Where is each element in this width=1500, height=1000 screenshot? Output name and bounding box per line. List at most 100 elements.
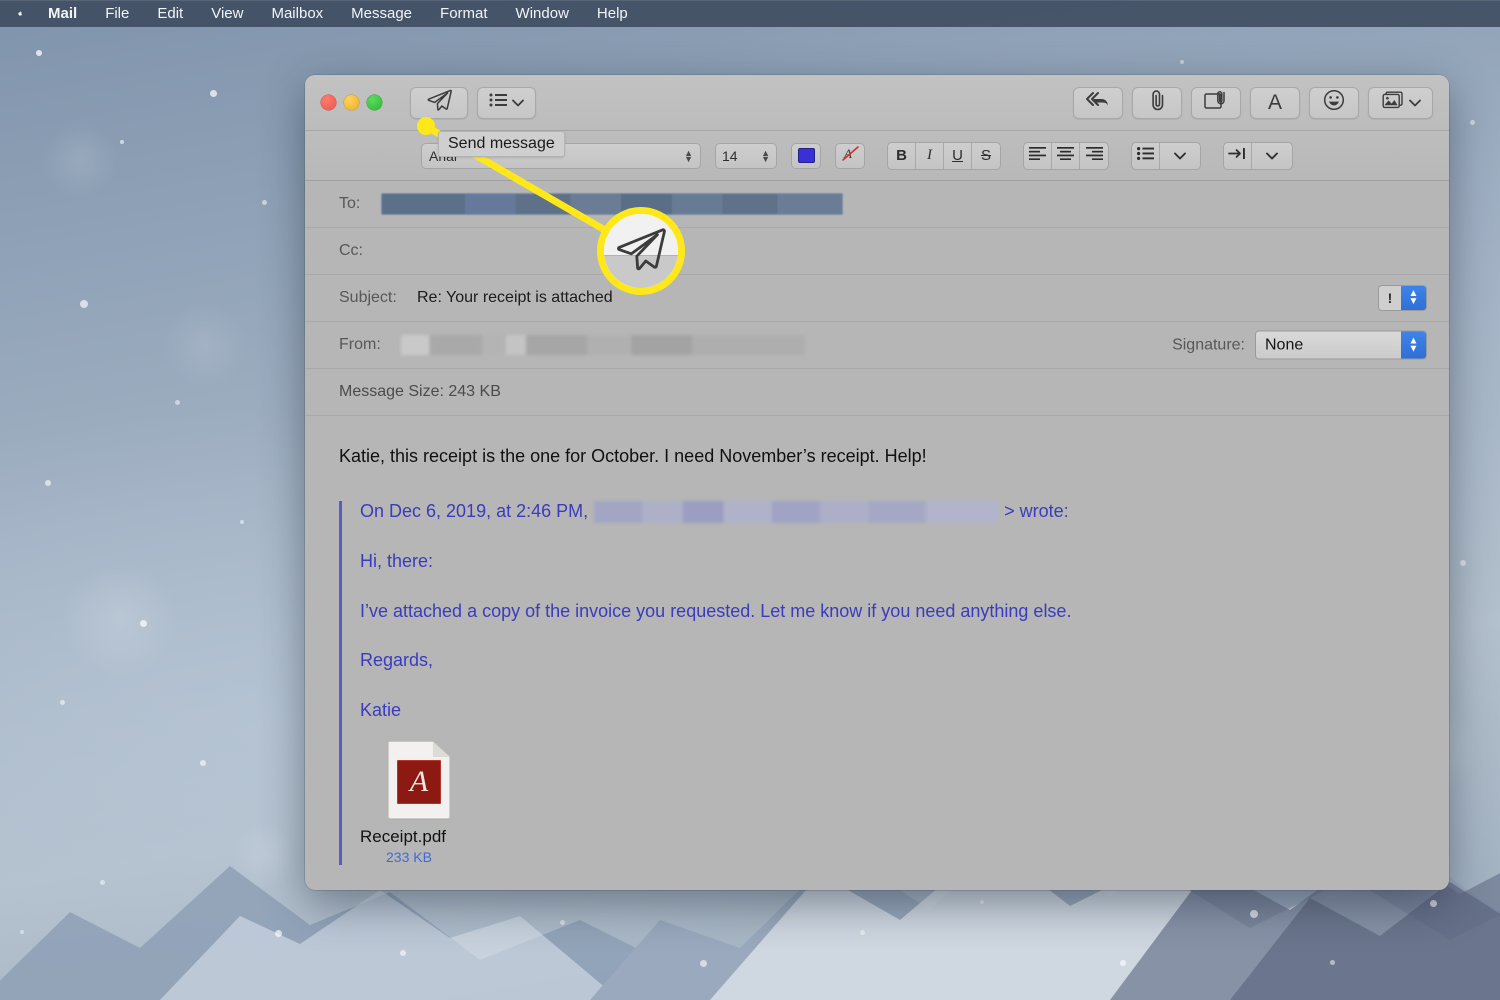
format-panel-button[interactable]: A <box>1250 86 1300 119</box>
to-input[interactable] <box>381 193 843 215</box>
send-button-magnifier <box>597 207 685 295</box>
paper-plane-icon <box>426 89 452 116</box>
pdf-file-icon: A <box>388 741 450 820</box>
attachment-filename: Receipt.pdf <box>360 827 446 847</box>
menu-item-view[interactable]: View <box>197 0 257 27</box>
from-label: From: <box>339 336 381 353</box>
menu-item-file[interactable]: File <box>91 0 143 27</box>
priority-stepper[interactable]: ! ▲ ▼ <box>1378 285 1427 311</box>
compose-headers: To: Cc: Subject: Re: Your receipt is att… <box>305 181 1449 416</box>
document-attachment-icon <box>1204 90 1228 115</box>
italic-button[interactable]: I <box>916 142 944 169</box>
list-icon <box>489 93 507 112</box>
menu-item-edit[interactable]: Edit <box>143 0 197 27</box>
quote-line-greeting: Hi, there: <box>360 551 434 571</box>
to-row: To: <box>305 181 1449 228</box>
minimize-button[interactable] <box>344 95 359 110</box>
menu-item-message[interactable]: Message <box>337 0 426 27</box>
alignment-group <box>1023 141 1109 170</box>
list-style-dropdown[interactable] <box>1160 143 1200 169</box>
font-family-stepper[interactable]: ▲ ▼ <box>684 148 693 163</box>
indent-icon <box>1228 147 1247 164</box>
menu-bar: Mail File Edit View Mailbox Message Form… <box>0 0 1500 27</box>
text-color-button[interactable] <box>791 142 821 169</box>
paperclip-icon <box>1149 89 1166 116</box>
subject-label: Subject: <box>339 289 397 306</box>
tooltip-text: Send message <box>448 135 555 152</box>
attach-file-button[interactable] <box>1132 86 1182 119</box>
message-size-label: Message Size: 243 KB <box>339 383 501 400</box>
font-size-stepper[interactable]: ▲ ▼ <box>761 148 770 163</box>
menu-item-window[interactable]: Window <box>502 0 583 27</box>
message-body[interactable]: Katie, this receipt is the one for Octob… <box>305 416 1449 866</box>
signature-select[interactable]: None ▲ ▼ <box>1255 330 1427 360</box>
signature-label: Signature: <box>1172 336 1245 353</box>
quote-line-signoff: Regards, <box>360 650 434 671</box>
bulleted-list-icon <box>1137 147 1154 164</box>
clear-formatting-button[interactable]: A <box>835 142 865 169</box>
attach-document-button[interactable] <box>1191 86 1241 119</box>
list-style-group <box>1131 141 1201 170</box>
from-row: From: Signature: None ▲ ▼ <box>305 322 1449 369</box>
chevron-down-icon <box>1266 147 1278 164</box>
align-left-icon <box>1029 147 1046 164</box>
zoom-button[interactable] <box>367 95 382 110</box>
attachment-filesize: 233 KB <box>386 849 432 866</box>
quote-line-signature: Katie <box>360 699 402 720</box>
align-right-button[interactable] <box>1080 143 1108 169</box>
text-style-group: B I U S <box>887 141 1001 170</box>
pdf-badge: A <box>397 760 441 805</box>
align-left-button[interactable] <box>1024 142 1052 169</box>
mail-compose-window: A ▲ ▼ 14 ▲ ▼ A B I U S To: Cc: Subject: … <box>305 75 1449 890</box>
signature-updown-icon[interactable]: ▲ ▼ <box>1401 331 1426 359</box>
reply-all-button[interactable] <box>1073 86 1123 119</box>
indent-button[interactable] <box>1224 142 1252 169</box>
font-size-value: 14 <box>722 147 738 164</box>
send-button[interactable] <box>410 86 468 119</box>
quote-intro-line: On Dec 6, 2019, at 2:46 PM, > wrote: <box>360 501 1415 523</box>
underline-button[interactable]: U <box>944 142 972 169</box>
attachment-item[interactable]: A Receipt.pdf 233 KB <box>360 741 1415 865</box>
indent-group <box>1223 141 1293 170</box>
photo-browser-button[interactable] <box>1368 86 1433 119</box>
strikethrough-button[interactable]: S <box>972 143 1000 169</box>
subject-row: Subject: Re: Your receipt is attached ! … <box>305 275 1449 322</box>
quoted-message: On Dec 6, 2019, at 2:46 PM, > wrote: Hi,… <box>339 501 1415 866</box>
align-center-button[interactable] <box>1052 142 1080 169</box>
bold-button[interactable]: B <box>888 142 916 169</box>
subject-input[interactable]: Re: Your receipt is attached <box>417 289 1427 307</box>
signature-value: None <box>1265 336 1304 353</box>
font-size-select[interactable]: 14 ▲ ▼ <box>715 142 777 169</box>
menu-item-mail[interactable]: Mail <box>34 0 91 27</box>
apple-logo-icon[interactable] <box>14 4 34 23</box>
chevron-down-icon <box>512 94 524 112</box>
close-button[interactable] <box>321 95 336 110</box>
message-size-row: Message Size: 243 KB <box>305 369 1449 416</box>
header-fields-button[interactable] <box>477 86 536 119</box>
photo-browser-icon <box>1380 91 1404 115</box>
smiley-face-icon <box>1323 89 1345 116</box>
quote-sender-redacted <box>594 501 999 523</box>
reply-all-arrow-icon <box>1085 91 1111 114</box>
menu-item-mailbox[interactable]: Mailbox <box>257 0 337 27</box>
quote-line-body: I’ve attached a copy of the invoice you … <box>360 600 1072 621</box>
body-text: Katie, this receipt is the one for Octob… <box>339 446 927 466</box>
align-right-icon <box>1085 147 1103 164</box>
menu-item-help[interactable]: Help <box>583 0 642 27</box>
compose-toolbar: A <box>305 75 1449 131</box>
from-select[interactable] <box>401 335 805 355</box>
quote-intro-suffix: > wrote: <box>1004 501 1069 522</box>
toolbar-right-group: A <box>1064 86 1433 119</box>
paper-plane-icon <box>615 227 667 276</box>
pdf-badge-glyph: A <box>409 765 429 799</box>
list-style-button[interactable] <box>1132 142 1160 169</box>
letter-a-icon: A <box>1267 91 1282 114</box>
cc-label: Cc: <box>339 242 363 259</box>
signature-group: Signature: None ▲ ▼ <box>1172 330 1427 360</box>
text-color-swatch <box>797 148 815 163</box>
quote-intro-prefix: On Dec 6, 2019, at 2:46 PM, <box>360 501 589 522</box>
priority-updown-icon[interactable]: ▲ ▼ <box>1401 286 1426 310</box>
menu-item-format[interactable]: Format <box>426 0 502 27</box>
emoji-button[interactable] <box>1309 86 1359 119</box>
indent-dropdown[interactable] <box>1252 143 1292 169</box>
